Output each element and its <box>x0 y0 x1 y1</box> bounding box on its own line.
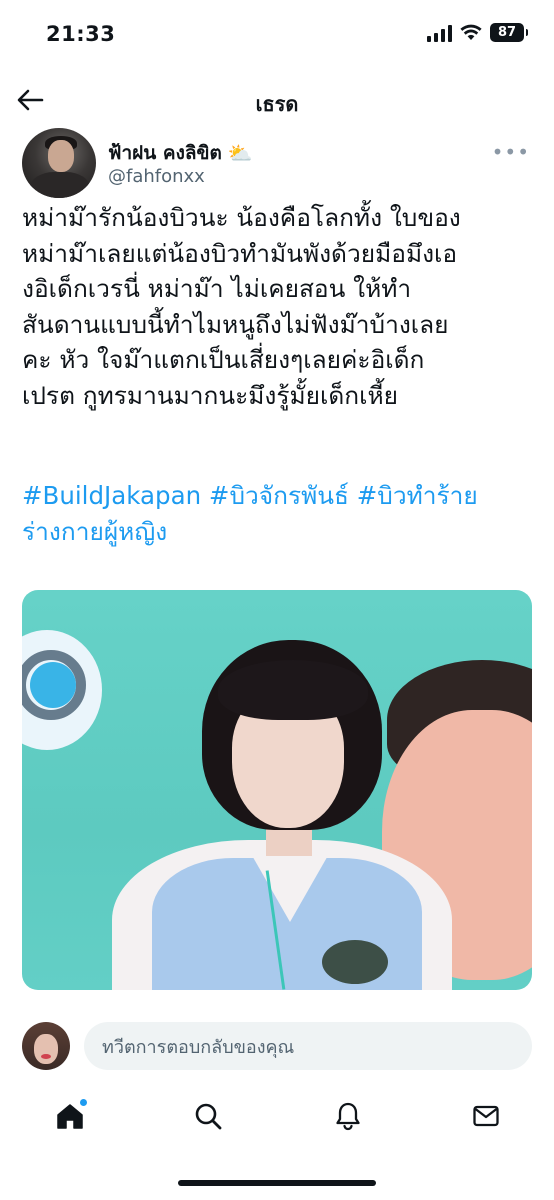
notifications-icon <box>336 1102 360 1131</box>
tweet-author: ฟ้าฝน คงลิขิต ⛅ @fahfonxx ••• <box>22 128 532 204</box>
more-options-button[interactable]: ••• <box>492 140 530 164</box>
author-name[interactable]: ฟ้าฝน คงลิขิต ⛅ <box>108 138 253 168</box>
bottom-nav <box>0 1088 554 1148</box>
status-icons: 87 <box>427 23 528 42</box>
tweet-text-line: งอิเด็กเวรนี่ หม่าม๊า ไม่เคยสอน ให้ทำ <box>22 274 412 303</box>
avatar[interactable] <box>22 1022 70 1070</box>
battery-icon: 87 <box>490 23 528 42</box>
wifi-icon <box>460 24 482 40</box>
author-display-name: ฟ้าฝน คงลิขิต <box>108 142 222 164</box>
hashtag-line[interactable]: ร่างกายผู้หญิง <box>22 514 537 550</box>
sun-cloud-emoji-icon: ⛅ <box>227 141 253 165</box>
hashtag-line[interactable]: #BuildJakapan #บิวจักรพันธ์ #บิวทำร้าย <box>22 478 537 514</box>
nav-messages[interactable] <box>464 1094 508 1138</box>
nav-home[interactable] <box>48 1094 92 1138</box>
tweet-text-line: เปรต กูทรมานมากนะมึงรู้มั้ยเด็กเหี้ย <box>22 380 399 410</box>
nav-notifications[interactable] <box>326 1094 370 1138</box>
reply-input[interactable]: ทวีตการตอบกลับของคุณ <box>84 1022 532 1070</box>
battery-level: 87 <box>497 25 517 40</box>
home-indicator[interactable] <box>178 1180 376 1186</box>
cellular-signal-icon <box>427 24 452 42</box>
status-bar: 21:33 87 <box>0 0 554 70</box>
status-time: 21:33 <box>46 22 116 46</box>
search-icon <box>195 1103 222 1130</box>
tweet-text-line: หม่าม๊ารักน้องบิวนะ น้องคือโลกทั้ง ใบของ <box>22 203 461 232</box>
thread-header: เธรด <box>0 70 554 128</box>
tweet-text-line: คะ หัว ใจม๊าแตกเป็นเสี่ยงๆเลยค่ะอิเด็ก <box>22 345 425 374</box>
unread-dot <box>79 1098 88 1107</box>
tweet-text-line: สันดานแบบนี้ทำไมหนูถึงไม่ฟังม๊าบ้างเลย <box>22 309 449 339</box>
messages-icon <box>473 1105 499 1127</box>
page-title: เธรด <box>255 92 299 116</box>
author-handle[interactable]: @fahfonxx <box>108 166 205 187</box>
nav-search[interactable] <box>186 1094 230 1138</box>
hashtags[interactable]: #BuildJakapan #บิวจักรพันธ์ #บิวทำร้าย ร… <box>22 478 537 549</box>
tweet-text: หม่าม๊ารักน้องบิวนะ น้องคือโลกทั้ง ใบของ… <box>22 200 537 413</box>
tweet-photo[interactable] <box>22 590 532 990</box>
tweet-text-line: หม่าม๊าเลยแต่น้องบิวทำมันพังด้วยมือมึงเอ <box>22 238 458 268</box>
reply-bar: ทวีตการตอบกลับของคุณ <box>22 1022 532 1072</box>
avatar[interactable] <box>22 128 96 198</box>
